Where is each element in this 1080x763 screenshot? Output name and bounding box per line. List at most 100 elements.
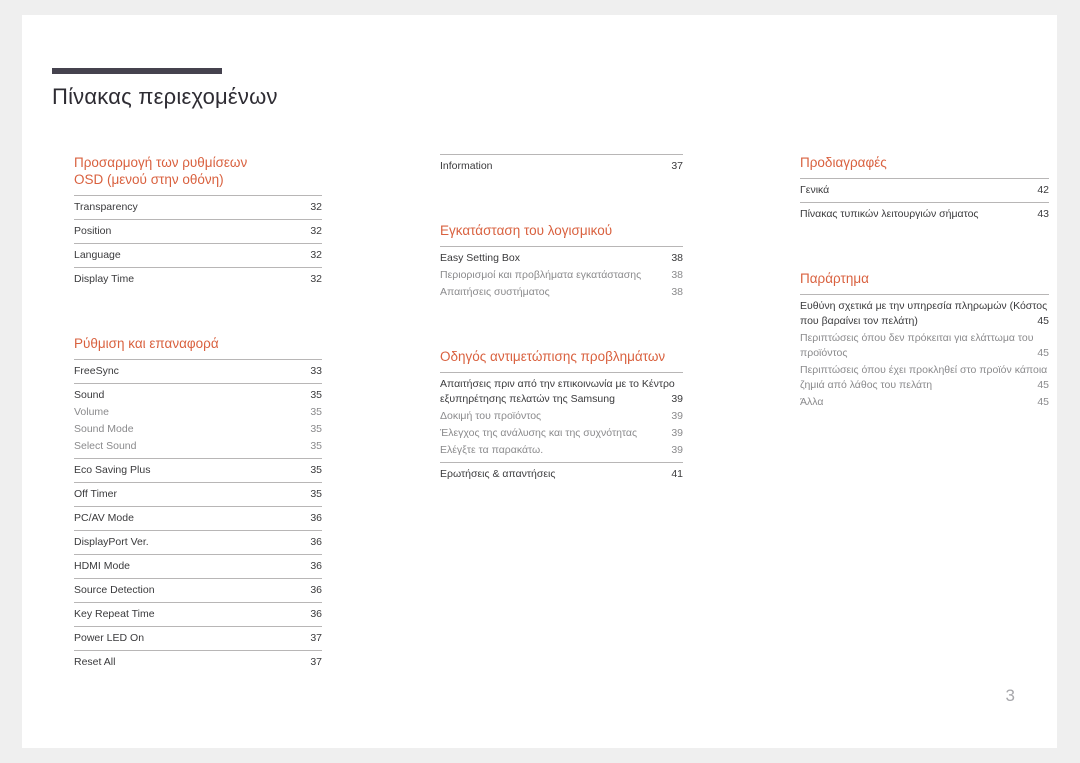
toc-entry-page: 45: [1037, 379, 1049, 391]
toc-entry[interactable]: Volume 35: [74, 404, 322, 421]
toc-group: Transparency 32: [74, 195, 322, 219]
toc-entry[interactable]: Έλεγχος της ανάλυσης και της συχνότητας 3…: [440, 425, 683, 442]
toc-entry-label: Easy Setting Box: [440, 252, 520, 264]
toc-entry[interactable]: Display Time 32: [74, 271, 322, 288]
toc-entry-page: 35: [310, 440, 322, 452]
toc-entry-label: Select Sound: [74, 440, 137, 452]
toc-entry[interactable]: Transparency 32: [74, 199, 322, 216]
toc-entry-page: 35: [310, 406, 322, 418]
toc-entry[interactable]: Ελέγξτε τα παρακάτω. 39: [440, 442, 683, 459]
toc-entry-label: Sound Mode: [74, 423, 134, 435]
toc-entry-page: 42: [1037, 184, 1049, 196]
toc-entry-label: Key Repeat Time: [74, 608, 155, 620]
toc-entry-page: 35: [310, 464, 322, 476]
toc-entry[interactable]: Περιπτώσεις όπου δεν πρόκειται για ελάττ…: [800, 330, 1049, 362]
toc-entry[interactable]: Ερωτήσεις & απαντήσεις 41: [440, 466, 683, 483]
toc-entry-page: 38: [671, 269, 683, 281]
toc-column-right: Προδιαγραφές Γενικά 42 Πίνακας τυπικών λειτ…: [800, 154, 1049, 414]
toc-entry[interactable]: Key Repeat Time 36: [74, 606, 322, 623]
section-heading: Εγκατάσταση του λογισμικού: [440, 223, 613, 238]
toc-entry[interactable]: Άλλα 45: [800, 394, 1049, 411]
toc-entry-page: 32: [310, 273, 322, 285]
toc-entry[interactable]: Language 32: [74, 247, 322, 264]
toc-entry[interactable]: Γενικά 42: [800, 182, 1049, 199]
toc-entry[interactable]: Πίνακας τυπικών λειτουργιών σήματος 43: [800, 206, 1049, 223]
toc-entry-label: Source Detection: [74, 584, 155, 596]
toc-group: Πίνακας τυπικών λειτουργιών σήματος 43: [800, 202, 1049, 226]
toc-entry-page: 43: [1037, 208, 1049, 220]
title-rule: [52, 68, 222, 74]
toc-entry[interactable]: Power LED On 37: [74, 630, 322, 647]
toc-entry[interactable]: Off Timer 35: [74, 486, 322, 503]
toc-entry[interactable]: Eco Saving Plus 35: [74, 462, 322, 479]
section-heading: Προσαρμογή των ρυθμίσεων OSD (μενού στην…: [74, 155, 248, 187]
toc-entry[interactable]: Easy Setting Box 38: [440, 250, 683, 267]
toc-group: Sound 35 Volume 35 Sound Mode 35 Select Sound 3…: [74, 383, 322, 458]
toc-entry-label: Γενικά: [800, 184, 830, 196]
toc-group: Information 37: [440, 154, 683, 178]
toc-entry-page: 35: [310, 389, 322, 401]
toc-entry-label: Power LED On: [74, 632, 145, 644]
toc-entry[interactable]: Απαιτήσεις πριν από την επικοινωνία με τ…: [440, 376, 683, 408]
toc-entry[interactable]: FreeSync 33: [74, 363, 322, 380]
toc-entry[interactable]: DisplayPort Ver. 36: [74, 534, 322, 551]
toc-entry[interactable]: Δοκιμή του προϊόντος 39: [440, 408, 683, 425]
toc-entry-page: 32: [310, 201, 322, 213]
toc-entry[interactable]: Select Sound 35: [74, 438, 322, 455]
toc-entry-page: 39: [671, 410, 683, 422]
toc-group: Ερωτήσεις & απαντήσεις 41: [440, 462, 683, 486]
toc-entry[interactable]: Ευθύνη σχετικά με την υπηρεσία πληρωμών …: [800, 298, 1049, 330]
toc-entry-label: Ερωτήσεις & απαντήσεις: [440, 468, 556, 480]
toc-entry[interactable]: Sound Mode 35: [74, 421, 322, 438]
toc-entry-label: DisplayPort Ver.: [74, 536, 149, 548]
toc-entry[interactable]: Information 37: [440, 158, 683, 175]
toc-entry[interactable]: Position 32: [74, 223, 322, 240]
toc-entry[interactable]: Sound 35: [74, 387, 322, 404]
toc-entry-label: Reset All: [74, 656, 116, 668]
toc-entry[interactable]: Source Detection 36: [74, 582, 322, 599]
toc-column-middle: Information 37 Εγκατάσταση του λογισμικού E…: [440, 154, 683, 486]
toc-entry-page: 36: [310, 584, 322, 596]
toc-group: Γενικά 42: [800, 178, 1049, 202]
toc-entry-page: 36: [310, 536, 322, 548]
section-heading: Προδιαγραφές: [800, 155, 887, 170]
toc-group: PC/AV Mode 36: [74, 506, 322, 530]
toc-entry-page: 37: [310, 632, 322, 644]
toc-entry[interactable]: HDMI Mode 36: [74, 558, 322, 575]
toc-entry-label: Language: [74, 249, 121, 261]
toc-entry-label: Information: [440, 160, 493, 172]
toc-entry-label: Περιπτώσεις όπου έχει προκληθεί στο προϊ…: [800, 364, 1048, 391]
toc-entry[interactable]: Απαιτήσεις συστήματος 38: [440, 284, 683, 301]
toc-group: Source Detection 36: [74, 578, 322, 602]
toc-entry-page: 36: [310, 512, 322, 524]
toc-entry[interactable]: PC/AV Mode 36: [74, 510, 322, 527]
page-content: Πίνακας περιεχομένων Προσαρμογή των ρυθμ…: [52, 68, 1057, 728]
toc-entry-page: 32: [310, 249, 322, 261]
section-heading: Ρύθμιση και επαναφορά: [74, 336, 219, 351]
toc-entry[interactable]: Περιορισμοί και προβλήματα εγκατάστασης 3…: [440, 267, 683, 284]
toc-entry-page: 36: [310, 560, 322, 572]
toc-entry-label: Position: [74, 225, 112, 237]
toc-group: Power LED On 37: [74, 626, 322, 650]
document-page: Πίνακας περιεχομένων Προσαρμογή των ρυθμ…: [22, 15, 1057, 748]
toc-entry-label: Απαιτήσεις συστήματος: [440, 286, 550, 298]
toc-column-left: Προσαρμογή των ρυθμίσεων OSD (μενού στην…: [74, 154, 322, 674]
toc-entry[interactable]: Reset All 37: [74, 654, 322, 671]
toc-entry-label: Ευθύνη σχετικά με την υπηρεσία πληρωμών …: [800, 300, 1048, 327]
toc-group: Language 32: [74, 243, 322, 267]
toc-group: Απαιτήσεις πριν από την επικοινωνία με τ…: [440, 372, 683, 462]
section-heading: Οδηγός αντιμετώπισης προβλημάτων: [440, 349, 666, 364]
toc-entry-page: 38: [671, 286, 683, 298]
toc-group: Position 32: [74, 219, 322, 243]
toc-entry-page: 45: [1037, 315, 1049, 327]
toc-entry-page: 35: [310, 488, 322, 500]
toc-group: DisplayPort Ver. 36: [74, 530, 322, 554]
toc-entry[interactable]: Περιπτώσεις όπου έχει προκληθεί στο προϊ…: [800, 362, 1049, 394]
toc-entry-page: 36: [310, 608, 322, 620]
toc-entry-label: Ελέγξτε τα παρακάτω.: [440, 444, 544, 456]
toc-group: Ευθύνη σχετικά με την υπηρεσία πληρωμών …: [800, 294, 1049, 414]
toc-entry-page: 35: [310, 423, 322, 435]
